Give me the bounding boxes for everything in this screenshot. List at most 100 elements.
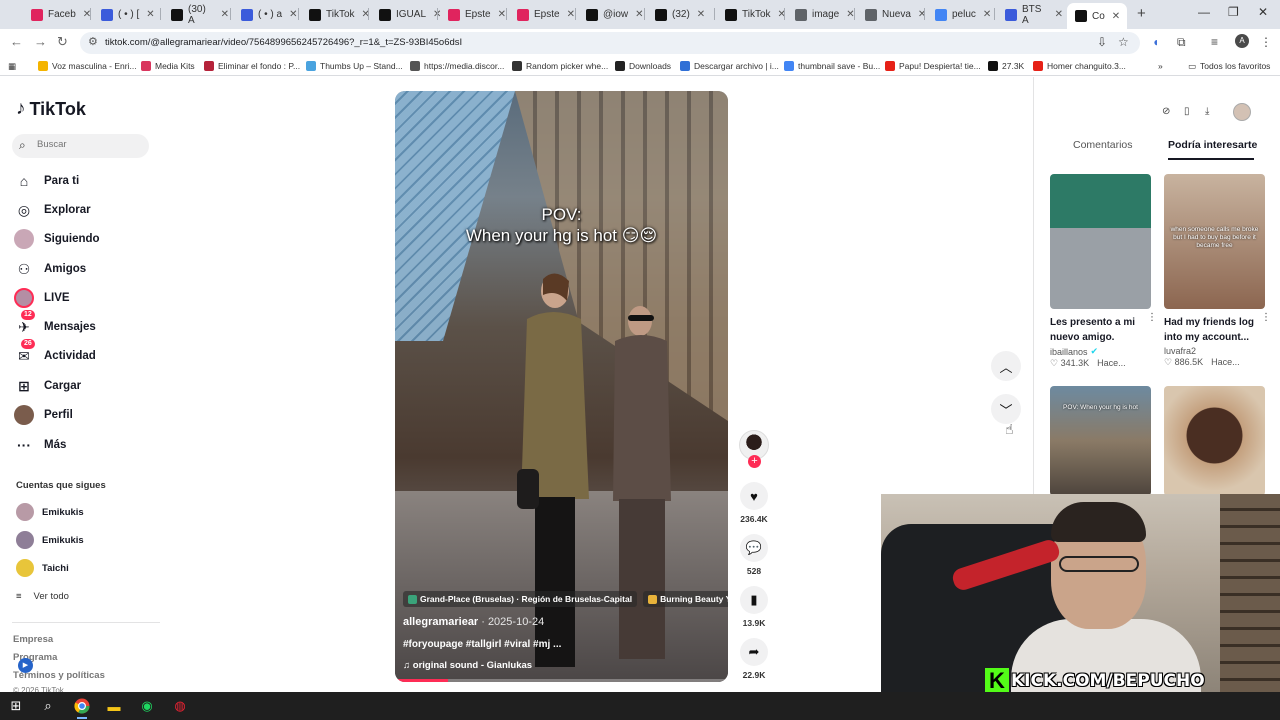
back-icon[interactable]: ← xyxy=(10,34,23,49)
forward-icon[interactable]: → xyxy=(34,34,47,49)
suggested-video-card[interactable]: Les presento a mi nuevo amigo. ibaillanos… xyxy=(1050,174,1157,369)
sidebar-item-parati[interactable]: ⌂ Para ti xyxy=(14,170,79,192)
restore-icon[interactable]: ❐ xyxy=(1228,5,1239,19)
browser-tab[interactable]: Co ✕ xyxy=(1067,3,1127,29)
video-thumbnail[interactable]: when someone calls me broke but I had to… xyxy=(1164,174,1265,309)
bookmark-item[interactable]: Media Kits xyxy=(141,59,195,73)
new-tab-button[interactable]: + xyxy=(1137,5,1146,22)
sidebar-item-actividad[interactable]: ✉ 26 Actividad xyxy=(14,339,96,367)
share-icon[interactable]: ➦ xyxy=(740,638,768,666)
bookmark-item[interactable]: 27.3K xyxy=(988,59,1024,73)
bookmark-item[interactable]: Thumbs Up – Stand... xyxy=(306,59,403,73)
browser-tab[interactable]: @iow ✕ xyxy=(578,4,644,25)
browser-tab[interactable]: Epste ✕ xyxy=(440,4,506,25)
browser-tab[interactable]: ( • ) [✕ xyxy=(93,4,159,25)
footer-empresa[interactable]: Empresa xyxy=(13,634,53,645)
suggested-video-card[interactable] xyxy=(1164,386,1265,496)
bookmark-item[interactable]: Voz masculina - Enri... xyxy=(38,59,137,73)
browser-tab[interactable]: TikTok ✕ xyxy=(301,4,370,25)
sidebar-item-amigos[interactable]: ⚇ Amigos xyxy=(14,258,86,280)
sidebar-item-mensajes[interactable]: ✈ 12 Mensajes xyxy=(14,310,96,338)
sidebar-item-cargar[interactable]: ⊞ Cargar xyxy=(14,375,81,397)
video-sound[interactable]: ♫ original sound - Gianlukas xyxy=(403,660,532,671)
sidebar-item-perfil[interactable]: Perfil xyxy=(14,404,73,426)
bookmark-item[interactable]: Papu! Despierta! tie... xyxy=(885,59,981,73)
tiktok-logo[interactable]: ♪ TikTok xyxy=(16,98,86,120)
brand-tag[interactable]: Burning Beauty YF xyxy=(643,591,728,607)
user-avatar[interactable] xyxy=(1233,103,1251,121)
extension-icon[interactable]: ◖ xyxy=(1152,35,1159,49)
browser-tab[interactable]: peluc ✕ xyxy=(927,4,993,25)
sidebar-item-live[interactable]: LIVE xyxy=(14,287,70,309)
tab-close-icon[interactable]: ✕ xyxy=(221,9,229,20)
windows-start-icon[interactable]: ⊞ xyxy=(6,696,26,716)
video-player[interactable]: POV: When your hg is hot 😏😌 Grand-Place … xyxy=(395,91,728,682)
browser-tab[interactable]: image ✕ xyxy=(787,4,855,25)
taskbar-search-icon[interactable]: ⌕ xyxy=(38,696,58,716)
browser-tab[interactable]: Nueva ✕ xyxy=(857,4,926,25)
suggested-video-card[interactable]: when someone calls me broke but I had to… xyxy=(1164,174,1271,368)
browser-tab[interactable]: (30) A ✕ xyxy=(163,4,229,26)
followed-account[interactable]: Taichi xyxy=(16,558,69,578)
tab-close-icon[interactable]: ✕ xyxy=(289,9,297,20)
sidebar-item-ms[interactable]: ··· Más xyxy=(14,434,66,456)
coin-icon[interactable]: ⊘ xyxy=(1162,106,1170,117)
overlay-app-icon[interactable]: ▶ xyxy=(18,658,33,673)
bookmark-item[interactable]: thumbnail save - Bu... xyxy=(784,59,880,73)
video-progress-bar[interactable] xyxy=(395,679,728,682)
sidebar-item-explorar[interactable]: ◎ Explorar xyxy=(14,199,91,221)
tab-close-icon[interactable]: ✕ xyxy=(1112,11,1120,22)
video-author-link[interactable]: allegramariear xyxy=(403,616,478,628)
tab-close-icon[interactable]: ✕ xyxy=(567,9,575,20)
minimize-icon[interactable]: — xyxy=(1198,5,1210,19)
bookmark-star-icon[interactable]: ☆ xyxy=(1118,35,1129,49)
chrome-profile-avatar[interactable]: A xyxy=(1235,34,1249,48)
install-app-icon[interactable]: ⇩ xyxy=(1097,35,1107,49)
browser-tab[interactable]: (32) ✕ xyxy=(647,4,713,25)
video-thumbnail[interactable] xyxy=(1050,174,1151,309)
browser-tab[interactable]: Faceb ✕ xyxy=(23,4,91,25)
card-more-icon[interactable]: ⋮ xyxy=(1147,312,1157,323)
browser-tab[interactable]: BTS A ✕ xyxy=(997,4,1063,26)
chrome-menu-icon[interactable]: ⋮ xyxy=(1260,35,1272,49)
address-bar[interactable]: ⚙ tiktok.com/@allegramariear/video/75648… xyxy=(80,32,1140,54)
heart-icon[interactable]: ♥ xyxy=(740,482,768,510)
location-tag[interactable]: Grand-Place (Bruselas) · Región de Bruse… xyxy=(403,591,638,607)
bookmark-item[interactable]: Descargar archivo | i... xyxy=(680,59,779,73)
search-input[interactable] xyxy=(37,139,137,150)
spotify-icon[interactable]: ◉ xyxy=(137,696,157,716)
bookmark-item[interactable]: Eliminar el fondo : P... xyxy=(204,59,300,73)
reload-icon[interactable]: ↻ xyxy=(57,34,68,50)
tab-close-icon[interactable]: ✕ xyxy=(1055,9,1063,20)
site-info-icon[interactable]: ⚙ xyxy=(88,35,98,48)
bookmark-icon[interactable]: ▮ xyxy=(740,586,768,614)
video-thumbnail[interactable] xyxy=(1164,386,1265,496)
video-thumbnail[interactable]: POV: When your hg is hot xyxy=(1050,386,1151,496)
tab-suggested[interactable]: Podría interesarte xyxy=(1168,139,1257,151)
bookmark-item[interactable]: https://media.discor... xyxy=(410,59,504,73)
tab-close-icon[interactable]: ✕ xyxy=(697,9,705,20)
bookmarks-overflow-icon[interactable]: » xyxy=(1158,59,1163,73)
phone-icon[interactable]: ▯ xyxy=(1184,106,1190,117)
media-controls-icon[interactable]: ≡ xyxy=(1211,35,1218,49)
browser-tab[interactable]: TikTok ✕ xyxy=(717,4,786,25)
bookmark-item[interactable]: Downloads xyxy=(615,59,671,73)
chrome-taskbar-icon[interactable] xyxy=(72,696,92,719)
suggested-video-card[interactable]: POV: When your hg is hot xyxy=(1050,386,1151,496)
next-video-button[interactable]: ﹀ xyxy=(991,394,1021,424)
all-bookmarks-folder[interactable]: ▭ Todos los favoritos xyxy=(1188,59,1270,73)
apps-grid-icon[interactable]: ▦ xyxy=(8,59,16,73)
obs-icon[interactable]: ◍ xyxy=(170,696,190,716)
video-description[interactable]: #foryoupage #tallgirl #viral #mj ... xyxy=(403,639,561,650)
card-author[interactable]: luvafra2 xyxy=(1164,346,1265,356)
file-explorer-icon[interactable]: ▬ xyxy=(104,696,124,716)
bookmark-item[interactable]: Random picker whe... xyxy=(512,59,608,73)
previous-video-button[interactable]: ︿ xyxy=(991,351,1021,381)
tab-close-icon[interactable]: ✕ xyxy=(918,9,926,20)
search-box[interactable]: ⌕ xyxy=(12,134,149,158)
browser-tab[interactable]: Epste ✕ xyxy=(509,4,575,25)
browser-tab[interactable]: ( • ) a ✕ xyxy=(233,4,299,25)
close-window-icon[interactable]: ✕ xyxy=(1258,5,1268,19)
see-all-link[interactable]: ≡ Ver todo xyxy=(16,591,69,602)
sidebar-item-siguiendo[interactable]: Siguiendo xyxy=(14,228,100,250)
